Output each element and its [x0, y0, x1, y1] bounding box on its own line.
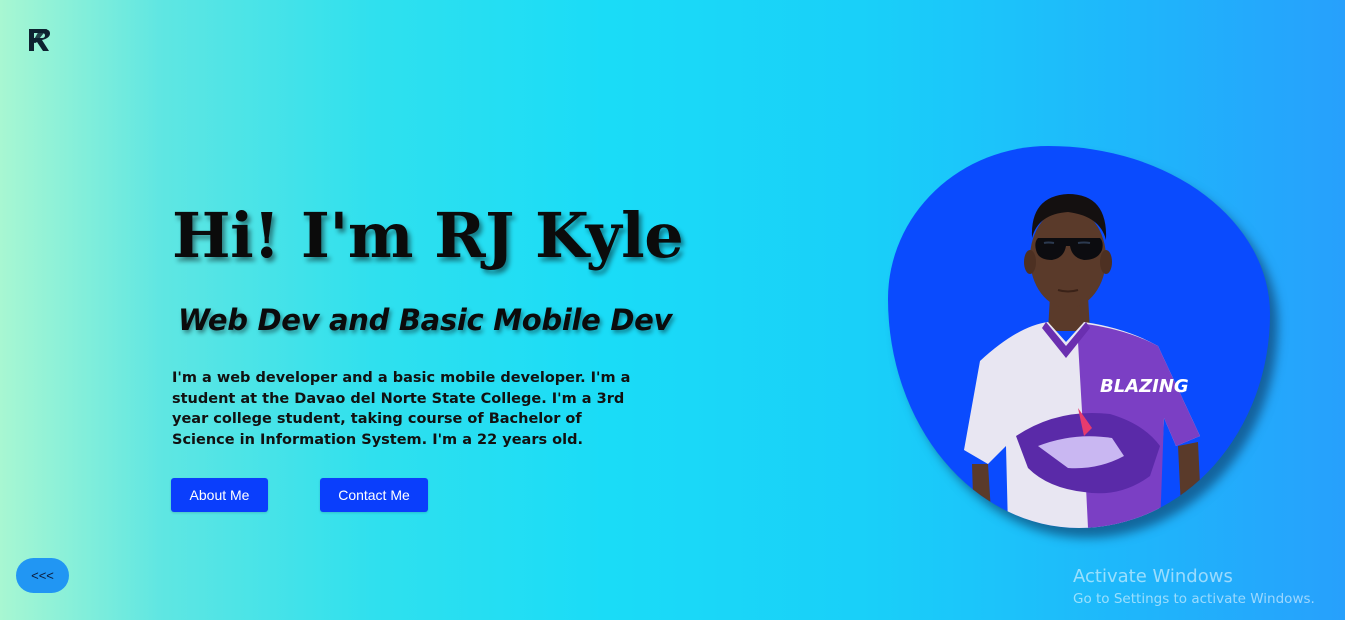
- back-button[interactable]: <<<: [16, 558, 69, 593]
- profile-photo: BLAZING: [964, 194, 1202, 528]
- avatar: BLAZING: [888, 146, 1270, 528]
- watermark-title: Activate Windows: [1073, 566, 1233, 587]
- contact-me-button[interactable]: Contact Me: [320, 478, 428, 512]
- hero-subtitle: Web Dev and Basic Mobile Dev: [178, 303, 673, 337]
- logo-icon[interactable]: [26, 26, 58, 54]
- os-activation-watermark: Activate Windows Go to Settings to activ…: [1073, 566, 1315, 608]
- hero-description: I'm a web developer and a basic mobile d…: [172, 370, 631, 448]
- shirt-text: BLAZING: [1100, 376, 1189, 397]
- watermark-subtitle: Go to Settings to activate Windows.: [1073, 591, 1315, 607]
- about-me-button[interactable]: About Me: [171, 478, 268, 512]
- page-title: Hi! I'm RJ Kyle: [172, 199, 684, 272]
- avatar-blob: BLAZING: [888, 146, 1270, 528]
